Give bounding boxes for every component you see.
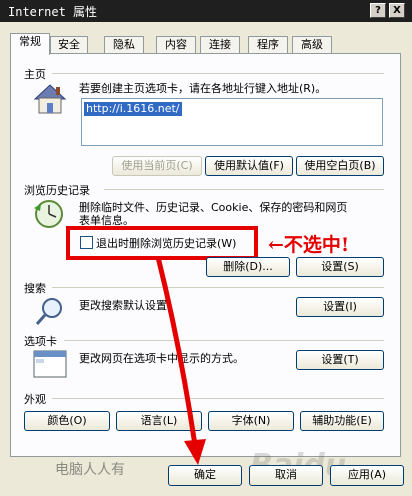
home-url-input[interactable]: http://i.1616.net/ xyxy=(81,98,383,146)
home-section-title: 主页 xyxy=(24,68,46,81)
cancel-button[interactable]: 取消 xyxy=(249,465,323,486)
tabs-section-title: 选项卡 xyxy=(24,335,57,348)
tab-general[interactable]: 常规 xyxy=(10,33,50,55)
history-section-title: 浏览历史记录 xyxy=(24,184,90,197)
apply-button[interactable]: 应用(A) xyxy=(330,465,404,486)
annotation-arrow-icon xyxy=(155,256,206,465)
fonts-button[interactable]: 字体(N) xyxy=(208,411,294,431)
home-description: 若要创建主页选项卡，请在各地址行键入地址(R)。 xyxy=(79,82,327,95)
appearance-section-title: 外观 xyxy=(24,393,46,406)
title-bar: Internet 属性 ? X xyxy=(0,0,412,22)
history-settings-button[interactable]: 设置(S) xyxy=(296,257,384,277)
tab-security[interactable]: 安全 xyxy=(50,36,88,54)
use-current-button[interactable]: 使用当前页(C) xyxy=(112,156,202,176)
search-icon xyxy=(35,298,62,325)
divider xyxy=(104,189,384,190)
annotation-text: ←不选中! xyxy=(268,234,350,256)
tab-content[interactable]: 内容 xyxy=(156,36,196,54)
tab-privacy[interactable]: 隐私 xyxy=(104,36,144,54)
history-clock-icon xyxy=(34,200,63,228)
home-url-value: http://i.1616.net/ xyxy=(84,102,182,116)
help-button[interactable]: ? xyxy=(370,3,386,18)
divider xyxy=(52,73,384,74)
window-title: Internet 属性 xyxy=(8,5,98,19)
tab-programs[interactable]: 程序 xyxy=(248,36,288,54)
use-blank-button[interactable]: 使用空白页(B) xyxy=(296,156,384,176)
search-settings-button[interactable]: 设置(I) xyxy=(296,297,384,317)
divider xyxy=(64,340,384,341)
colors-button[interactable]: 颜色(O) xyxy=(24,411,110,431)
accessibility-button[interactable]: 辅助功能(E) xyxy=(300,411,384,431)
tab-connections[interactable]: 连接 xyxy=(200,36,240,54)
history-description-1: 删除临时文件、历史记录、Cookie、保存的密码和网页 xyxy=(79,201,348,214)
tab-advanced[interactable]: 高级 xyxy=(292,36,332,54)
use-default-button[interactable]: 使用默认值(F) xyxy=(205,156,293,176)
ok-button[interactable]: 确定 xyxy=(168,465,242,486)
search-section-title: 搜索 xyxy=(24,282,46,295)
tabs-icon xyxy=(33,350,67,378)
close-button[interactable]: X xyxy=(389,3,405,18)
watermark-text: 电脑人人有 xyxy=(55,462,125,478)
tabs-settings-button[interactable]: 设置(T) xyxy=(296,350,384,370)
home-icon xyxy=(33,84,67,114)
